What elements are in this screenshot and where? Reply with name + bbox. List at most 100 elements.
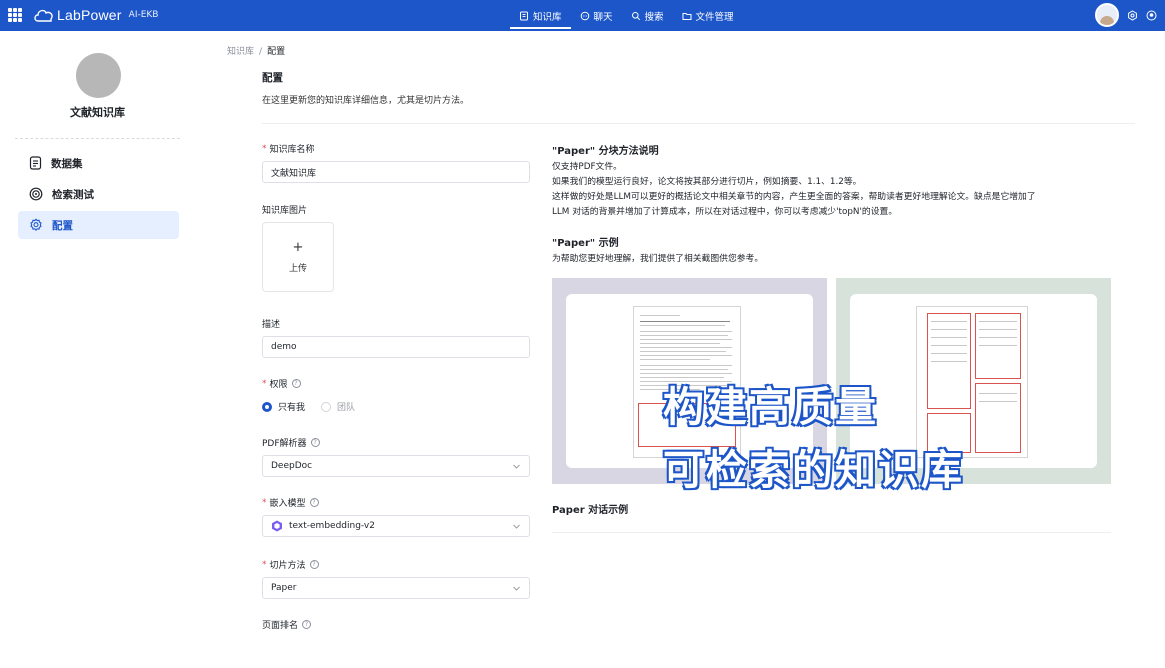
knowledge-base-avatar	[76, 53, 121, 98]
name-label-text: 知识库名称	[269, 145, 315, 155]
chunk-method-select[interactable]: Paper	[262, 577, 530, 599]
folder-icon	[682, 12, 692, 20]
pdf-parser-label: PDF解析器?	[262, 436, 320, 449]
retrieval-icon	[29, 187, 43, 201]
embedding-model-value: text-embedding-v2	[289, 521, 375, 531]
method-title: "Paper" 分块方法说明	[552, 146, 659, 157]
radio-dot	[262, 401, 272, 412]
bottom-margin	[0, 641, 1165, 668]
method-line: LLM 对话的背景并增加了计算成本，所以在对话过程中，你可以考虑减少'topN'…	[552, 207, 898, 217]
method-line: 这样做的好处是LLM可以更好的概括论文中相关章节的内容，产生更全面的答案，帮助读…	[552, 192, 1036, 202]
required-mark: *	[262, 559, 267, 570]
topbar-right	[1095, 3, 1157, 27]
page-rank-label-text: 页面排名	[262, 621, 299, 631]
model-provider-icon	[272, 520, 282, 532]
github-icon[interactable]	[1146, 10, 1157, 21]
search-icon	[631, 11, 640, 20]
nav-search[interactable]: 搜索	[622, 0, 673, 31]
method-description: 仅支持PDF文件。 如果我们的模型运行良好，论文将按其部分进行切片，例如摘要、1…	[552, 160, 1112, 220]
nav-file-management-label: 文件管理	[695, 11, 734, 23]
page-title: 配置	[262, 72, 283, 84]
logo[interactable]: LabPower AI-EKB	[33, 4, 158, 26]
pdf-parser-value: DeepDoc	[271, 461, 313, 471]
image-label: 知识库图片	[262, 203, 307, 216]
help-icon[interactable]: ?	[309, 498, 319, 507]
sidebar-item-dataset[interactable]: 数据集	[18, 149, 179, 177]
overlay-caption-line2: 可检索的知识库	[662, 445, 964, 495]
embedding-model-label-text: 嵌入模型	[269, 499, 306, 509]
sidebar-item-retrieval-test-label: 检索测试	[52, 188, 94, 201]
dataset-icon	[29, 156, 42, 170]
book-icon	[520, 11, 528, 20]
permission-only-me-label: 只有我	[278, 403, 306, 413]
chat-icon	[580, 11, 589, 20]
plus-icon: +	[292, 240, 304, 255]
sidebar-item-dataset-label: 数据集	[51, 157, 83, 170]
permission-team-label: 团队	[337, 403, 356, 413]
gear-icon	[30, 218, 42, 232]
required-mark: *	[262, 378, 267, 389]
permission-radio-group: 只有我 团队	[262, 400, 371, 413]
example-title: "Paper" 示例	[552, 238, 619, 249]
help-icon[interactable]: ?	[302, 620, 312, 629]
knowledge-base-name: 文献知识库	[70, 106, 125, 119]
nav-chat-label: 聊天	[593, 11, 613, 23]
chevron-down-icon	[513, 524, 520, 529]
sidebar-divider	[15, 138, 180, 139]
permission-team-radio[interactable]: 团队	[321, 400, 355, 413]
nav-file-management[interactable]: 文件管理	[673, 0, 743, 31]
sidebar-item-configuration[interactable]: 配置	[18, 211, 179, 239]
chunk-method-value: Paper	[271, 583, 297, 593]
breadcrumb-separator: /	[259, 47, 263, 57]
breadcrumb-root[interactable]: 知识库	[227, 47, 254, 57]
nav-knowledge-base-label: 知识库	[533, 11, 562, 23]
chevron-down-icon	[513, 586, 520, 591]
nav-chat[interactable]: 聊天	[571, 0, 622, 31]
sidebar-item-configuration-label: 配置	[52, 219, 73, 232]
user-avatar[interactable]	[1095, 3, 1119, 27]
description-input[interactable]: demo	[262, 336, 530, 358]
header-divider	[262, 123, 1135, 124]
nav-search-label: 搜索	[644, 11, 664, 23]
method-line: 如果我们的模型运行良好，论文将按其部分进行切片，例如摘要、1.1、1.2等。	[552, 177, 862, 187]
help-icon[interactable]: ?	[291, 379, 301, 388]
description-label-text: 描述	[262, 320, 281, 330]
example-description: 为帮助您更好地理解，我们提供了相关截图供您参考。	[552, 254, 764, 264]
name-label: * 知识库名称	[262, 142, 315, 156]
brand-name: LabPower	[57, 7, 122, 23]
upload-label: 上传	[288, 264, 307, 274]
chunk-method-label-text: 切片方法	[269, 561, 306, 571]
radio-dot	[321, 401, 332, 412]
sidebar-item-retrieval-test[interactable]: 检索测试	[18, 180, 179, 208]
sidebar: 文献知识库 数据集 检索测试 配置	[0, 31, 195, 641]
settings-icon[interactable]	[1127, 9, 1138, 21]
permission-label: * 权限?	[262, 377, 301, 390]
image-upload-button[interactable]: + 上传	[262, 222, 334, 292]
required-mark: *	[262, 497, 267, 508]
knowledge-base-name-input[interactable]: 文献知识库	[262, 161, 530, 183]
cloud-logo-icon	[34, 9, 53, 22]
chunk-method-label: * 切片方法?	[262, 558, 319, 571]
dialog-example-title: Paper 对话示例	[552, 505, 629, 516]
app-grid-icon[interactable]	[8, 8, 22, 22]
embedding-model-select[interactable]: text-embedding-v2	[262, 515, 530, 537]
embedding-model-label: * 嵌入模型?	[262, 496, 319, 509]
brand-edition: AI-EKB	[128, 10, 159, 20]
overlay-caption-line1: 构建高质量	[662, 382, 878, 432]
breadcrumb-current: 配置	[267, 47, 286, 57]
top-bar: LabPower AI-EKB 知识库 聊天 搜索 文件管理	[0, 0, 1165, 31]
help-icon[interactable]: ?	[309, 560, 319, 569]
nav-knowledge-base[interactable]: 知识库	[510, 0, 571, 31]
method-line: 仅支持PDF文件。	[552, 162, 622, 172]
permission-only-me-radio[interactable]: 只有我	[262, 400, 305, 413]
page-rank-label: 页面排名?	[262, 618, 312, 631]
permission-label-text: 权限	[269, 380, 288, 390]
pdf-parser-select[interactable]: DeepDoc	[262, 455, 530, 477]
description-label: 描述	[262, 317, 280, 330]
help-icon[interactable]: ?	[310, 438, 320, 447]
required-mark: *	[262, 143, 267, 154]
main-content: 知识库 / 配置 配置 在这里更新您的知识库详细信息，尤其是切片方法。 * 知识库名称…	[195, 31, 1165, 641]
chevron-down-icon	[513, 464, 520, 469]
page-description: 在这里更新您的知识库详细信息，尤其是切片方法。	[262, 96, 470, 106]
image-label-text: 知识库图片	[262, 206, 308, 216]
